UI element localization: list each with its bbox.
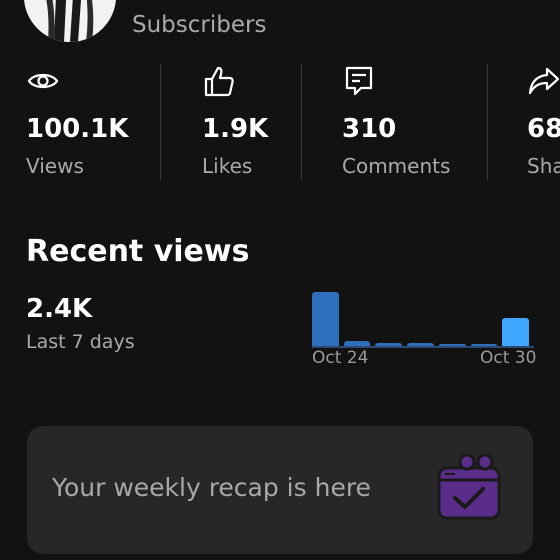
recent-views-period: Last 7 days: [26, 331, 135, 353]
avatar-image: [24, 0, 116, 42]
likes-value: 1.9K: [202, 114, 269, 144]
likes-label: Likes: [202, 154, 253, 178]
weekly-recap-text: Your weekly recap is here: [52, 473, 371, 502]
comment-icon: [342, 64, 376, 98]
chart-tick-start: Oct 24: [312, 348, 369, 368]
chart-bar[interactable]: [502, 317, 529, 346]
chart-tick-end: Oct 30: [480, 348, 537, 368]
recent-views-count: 2.4K: [26, 294, 93, 324]
chart-bar[interactable]: [407, 342, 434, 346]
weekly-recap-card[interactable]: Your weekly recap is here: [27, 426, 533, 554]
chart-bar[interactable]: [438, 343, 466, 346]
chart-bar[interactable]: [470, 343, 498, 346]
recent-views-chart[interactable]: [312, 288, 534, 348]
eye-icon: [26, 64, 60, 98]
stat-likes[interactable]: 1.9K Likes: [202, 64, 268, 178]
chart-bar[interactable]: [375, 342, 403, 346]
chart-bar[interactable]: [343, 340, 371, 346]
shares-value: 68: [527, 114, 560, 144]
subscribers-label: Subscribers: [132, 12, 267, 38]
views-label: Views: [26, 154, 84, 178]
stat-shares[interactable]: 68 Shares: [527, 64, 560, 194]
shares-label: Shares: [527, 154, 560, 178]
divider: [301, 64, 302, 180]
divider: [160, 64, 161, 180]
recent-views-title: Recent views: [26, 234, 250, 269]
channel-avatar[interactable]: [24, 0, 116, 42]
thumbs-up-icon: [202, 64, 236, 98]
stat-comments[interactable]: 310 Comments: [342, 64, 450, 178]
views-value: 100.1K: [26, 114, 129, 144]
comments-value: 310: [342, 114, 397, 144]
chart-bar[interactable]: [312, 292, 339, 346]
stat-views[interactable]: 100.1K Views: [26, 64, 128, 178]
comments-label: Comments: [342, 154, 451, 178]
divider: [487, 64, 488, 180]
share-icon: [527, 64, 560, 98]
calendar-check-icon: [433, 452, 507, 526]
